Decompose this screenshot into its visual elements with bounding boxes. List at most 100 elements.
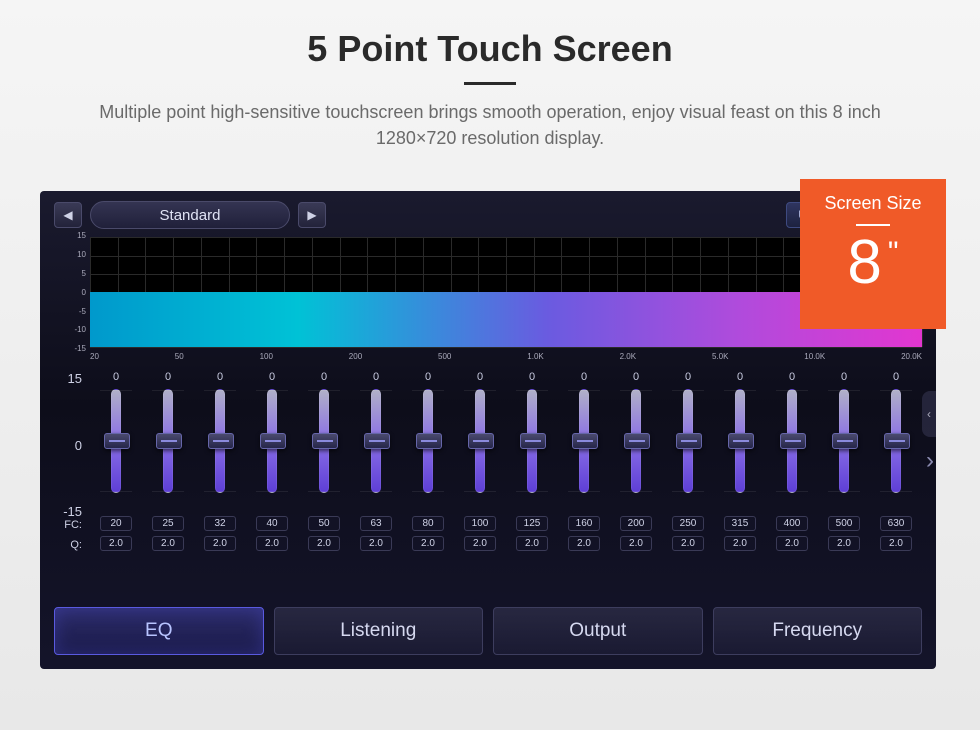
chevron-right-icon: › [926, 447, 934, 474]
band-value: 0 [269, 371, 275, 387]
eq-slider[interactable] [527, 389, 537, 493]
slider-thumb[interactable] [260, 433, 286, 449]
preset-prev-button[interactable]: ◀ [54, 202, 82, 228]
q-value[interactable]: 2.0 [412, 536, 444, 551]
slider-thumb[interactable] [728, 433, 754, 449]
response-chart: 151050-5-10-15 20501002005001.0K2.0K5.0K… [90, 237, 922, 347]
slider-thumb[interactable] [624, 433, 650, 449]
q-value[interactable]: 2.0 [360, 536, 392, 551]
eq-slider[interactable] [319, 389, 329, 493]
band-value: 0 [373, 371, 379, 387]
slider-thumb[interactable] [832, 433, 858, 449]
fc-value[interactable]: 200 [620, 516, 652, 531]
q-value[interactable]: 2.0 [308, 536, 340, 551]
slider-thumb[interactable] [208, 433, 234, 449]
q-value[interactable]: 2.0 [776, 536, 808, 551]
band-value: 0 [321, 371, 327, 387]
chart-x-tick: 20.0K [901, 352, 922, 361]
eq-slider[interactable] [631, 389, 641, 493]
slider-thumb[interactable] [312, 433, 338, 449]
slider-thumb[interactable] [520, 433, 546, 449]
tab-eq[interactable]: EQ [54, 607, 264, 655]
q-value[interactable]: 2.0 [568, 536, 600, 551]
q-value[interactable]: 2.0 [724, 536, 756, 551]
fc-value[interactable]: 80 [412, 516, 444, 531]
screen-size-badge: Screen Size 8 " [800, 179, 946, 329]
band-value: 0 [841, 371, 847, 387]
fc-value[interactable]: 315 [724, 516, 756, 531]
slider-thumb[interactable] [104, 433, 130, 449]
q-value[interactable]: 2.0 [100, 536, 132, 551]
page-subtitle: Multiple point high-sensitive touchscree… [60, 99, 920, 151]
slider-thumb[interactable] [156, 433, 182, 449]
band-value: 0 [425, 371, 431, 387]
q-value[interactable]: 2.0 [828, 536, 860, 551]
eq-slider[interactable] [423, 389, 433, 493]
q-value[interactable]: 2.0 [880, 536, 912, 551]
chevron-left-icon: ‹ [927, 407, 931, 421]
eq-slider[interactable] [683, 389, 693, 493]
eq-slider[interactable] [839, 389, 849, 493]
chart-y-tick: -5 [58, 307, 86, 316]
slider-thumb[interactable] [572, 433, 598, 449]
eq-slider[interactable] [735, 389, 745, 493]
q-value[interactable]: 2.0 [464, 536, 496, 551]
slider-thumb[interactable] [468, 433, 494, 449]
badge-divider [856, 224, 890, 226]
slider-thumb[interactable] [676, 433, 702, 449]
eq-slider[interactable] [579, 389, 589, 493]
eq-slider[interactable] [891, 389, 901, 493]
axis-min: -15 [50, 504, 82, 519]
fc-value[interactable]: 40 [256, 516, 288, 531]
q-value[interactable]: 2.0 [672, 536, 704, 551]
chart-y-tick: 0 [58, 288, 86, 297]
eq-slider[interactable] [111, 389, 121, 493]
fc-value[interactable]: 250 [672, 516, 704, 531]
fc-value[interactable]: 50 [308, 516, 340, 531]
fc-value[interactable]: 125 [516, 516, 548, 531]
fc-value[interactable]: 400 [776, 516, 808, 531]
tab-listening[interactable]: Listening [274, 607, 484, 655]
eq-slider[interactable] [371, 389, 381, 493]
q-value[interactable]: 2.0 [204, 536, 236, 551]
eq-slider[interactable] [475, 389, 485, 493]
band-value: 0 [581, 371, 587, 387]
slider-thumb[interactable] [364, 433, 390, 449]
response-fill [90, 292, 922, 347]
fc-value[interactable]: 32 [204, 516, 236, 531]
side-expand-tab[interactable]: ‹ [922, 391, 936, 437]
triangle-left-icon: ◀ [63, 208, 72, 222]
badge-label: Screen Size [824, 193, 921, 214]
eq-slider[interactable] [787, 389, 797, 493]
chart-x-tick: 20 [90, 352, 99, 361]
fc-value[interactable]: 160 [568, 516, 600, 531]
q-value[interactable]: 2.0 [516, 536, 548, 551]
band-value: 0 [113, 371, 119, 387]
q-value[interactable]: 2.0 [620, 536, 652, 551]
preset-name[interactable]: Standard [90, 201, 290, 229]
fc-value[interactable]: 20 [100, 516, 132, 531]
band-value: 0 [529, 371, 535, 387]
axis-max: 15 [50, 371, 82, 386]
fc-value[interactable]: 25 [152, 516, 184, 531]
q-value[interactable]: 2.0 [152, 536, 184, 551]
q-label: Q: [50, 539, 82, 551]
tab-frequency[interactable]: Frequency [713, 607, 923, 655]
fc-value[interactable]: 100 [464, 516, 496, 531]
band-value: 0 [477, 371, 483, 387]
fc-value[interactable]: 63 [360, 516, 392, 531]
tab-output[interactable]: Output [493, 607, 703, 655]
chart-x-tick: 10.0K [804, 352, 825, 361]
q-value[interactable]: 2.0 [256, 536, 288, 551]
slider-thumb[interactable] [780, 433, 806, 449]
chart-x-tick: 5.0K [712, 352, 728, 361]
preset-next-button[interactable]: ▶ [298, 202, 326, 228]
eq-slider[interactable] [215, 389, 225, 493]
page-next-button[interactable]: › [926, 447, 934, 475]
slider-thumb[interactable] [884, 433, 910, 449]
eq-slider[interactable] [163, 389, 173, 493]
fc-value[interactable]: 500 [828, 516, 860, 531]
fc-value[interactable]: 630 [880, 516, 912, 531]
slider-thumb[interactable] [416, 433, 442, 449]
eq-slider[interactable] [267, 389, 277, 493]
